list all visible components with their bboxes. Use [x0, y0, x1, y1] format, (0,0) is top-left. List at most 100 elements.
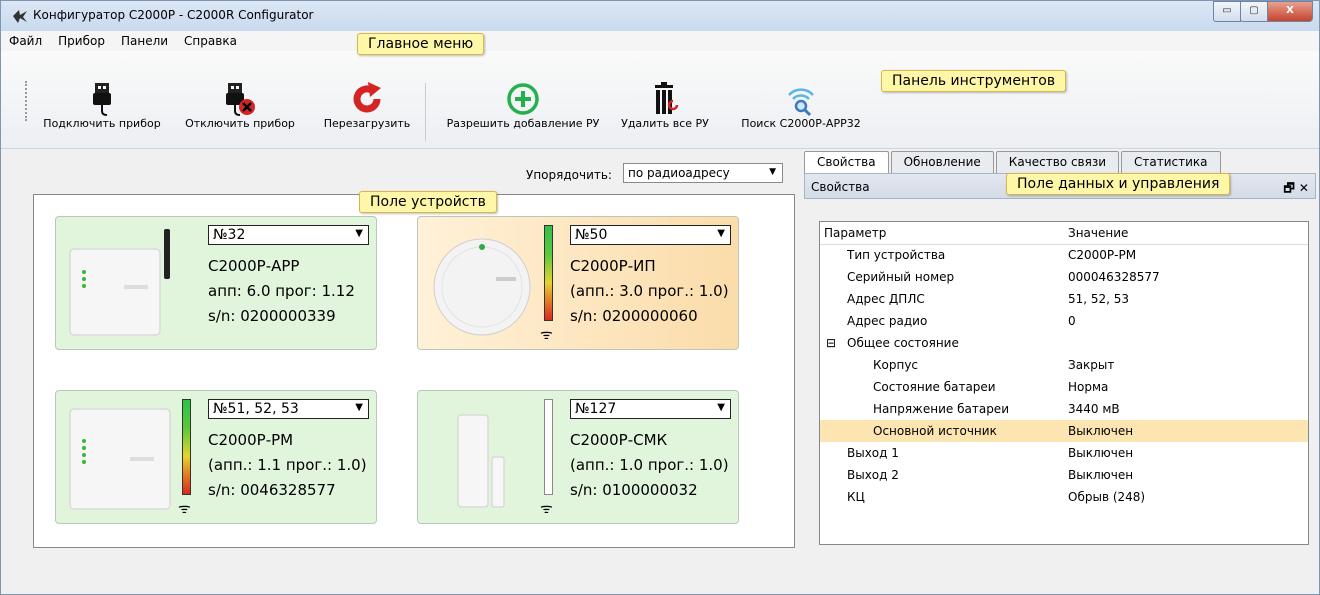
trash-icon — [615, 79, 715, 117]
param-value: 0 — [1068, 314, 1076, 328]
wireless-search-icon — [731, 79, 871, 117]
connect-device-label: Подключить прибор — [43, 117, 161, 130]
close-button[interactable]: X — [1267, 1, 1313, 22]
tab-strip: Свойства Обновление Качество связи Стати… — [804, 151, 1223, 173]
app-logo-icon — [13, 10, 27, 23]
panel-float-close-icon[interactable]: 🗗 ✕ — [1283, 179, 1309, 200]
device-address: №50 — [575, 227, 608, 243]
device-name: С2000Р-РМ — [208, 431, 294, 449]
param-name: Выход 2 — [847, 468, 899, 482]
usb-disconnect-icon — [179, 79, 301, 117]
tab-update[interactable]: Обновление — [890, 151, 994, 173]
param-name: Выход 1 — [847, 446, 899, 460]
param-name: Общее состояние — [847, 336, 959, 350]
grid-header: Параметр Значение — [820, 222, 1308, 245]
device-image-relay-icon — [69, 408, 171, 510]
param-value: Выключен — [1068, 424, 1134, 438]
device-address-select[interactable]: №50 ▼ — [570, 225, 731, 245]
device-version: апп: 6.0 прог: 1.12 — [208, 282, 355, 300]
device-card[interactable]: ᯤ №50 ▼ С2000Р-ИП (апп.: 3.0 прог.: 1.0) … — [417, 216, 739, 350]
menu-panels[interactable]: Панели — [113, 31, 176, 51]
callout-toolbar: Панель инструментов — [881, 70, 1067, 92]
device-image-app-icon — [69, 229, 170, 336]
delete-all-button[interactable]: Удалить все РУ — [615, 79, 715, 130]
device-image-smoke-detector-icon — [433, 238, 531, 336]
menu-device[interactable]: Прибор — [50, 31, 113, 51]
plus-circle-icon — [433, 79, 613, 117]
device-address-select[interactable]: №127 ▼ — [570, 399, 731, 419]
device-serial: s/n: 0200000060 — [570, 307, 698, 325]
device-card[interactable]: ᯤ №51, 52, 53 ▼ С2000Р-РМ (апп.: 1.1 прог… — [55, 390, 377, 524]
window-title: Конфигуратор C2000P - C2000R Configurato… — [33, 8, 314, 22]
column-header-param: Параметр — [824, 226, 887, 240]
reboot-button[interactable]: Перезагрузить — [315, 79, 419, 130]
tab-properties[interactable]: Свойства — [804, 151, 889, 173]
menu-help[interactable]: Справка — [176, 31, 245, 51]
param-value: Обрыв (248) — [1068, 490, 1146, 504]
device-field: №32 ▼ С2000Р-АРР апп: 6.0 прог: 1.12 s/n:… — [33, 194, 795, 548]
table-row[interactable]: Адрес радио 0 — [820, 310, 1308, 332]
param-value: 000046328577 — [1068, 270, 1160, 284]
param-value: С2000Р-РМ — [1068, 248, 1137, 262]
device-address-select[interactable]: №32 ▼ — [208, 225, 369, 245]
device-serial: s/n: 0100000032 — [570, 481, 698, 499]
param-name: Серийный номер — [847, 270, 955, 284]
allow-add-button[interactable]: Разрешить добавление РУ — [433, 79, 613, 130]
device-address: №127 — [575, 401, 617, 417]
toolbar-grip[interactable] — [25, 81, 29, 121]
maximize-button[interactable]: ▢ — [1240, 1, 1268, 22]
disconnect-device-button[interactable]: Отключить прибор — [179, 79, 301, 130]
device-serial: s/n: 0200000339 — [208, 307, 336, 325]
table-row[interactable]: Адрес ДПЛС 51, 52, 53 — [820, 288, 1308, 310]
table-row[interactable]: Состояние батареи Норма — [820, 376, 1308, 398]
device-address-select[interactable]: №51, 52, 53 ▼ — [208, 399, 369, 419]
table-row[interactable]: Выход 2 Выключен — [820, 464, 1308, 486]
param-value: Выключен — [1068, 446, 1134, 460]
table-row[interactable]: Напряжение батареи 3440 мВ — [820, 398, 1308, 420]
minimize-button[interactable]: ▭ — [1213, 1, 1241, 22]
table-row[interactable]: КЦ Обрыв (248) — [820, 486, 1308, 508]
param-name: Корпус — [873, 358, 919, 372]
param-name: КЦ — [847, 490, 865, 504]
title-bar[interactable]: Конфигуратор C2000P - C2000R Configurato… — [1, 1, 1319, 31]
device-name: С2000Р-АРР — [208, 257, 300, 275]
device-version: (апп.: 3.0 прог.: 1.0) — [570, 282, 729, 300]
chevron-down-icon: ▼ — [355, 402, 363, 413]
chevron-down-icon: ▼ — [717, 228, 725, 239]
table-row-selected[interactable]: Основной источник Выключен — [820, 420, 1308, 442]
tab-statistics[interactable]: Статистика — [1121, 151, 1221, 173]
menu-file[interactable]: Файл — [1, 31, 50, 51]
status-bar — [1, 576, 1319, 594]
table-row[interactable]: Тип устройства С2000Р-РМ — [820, 244, 1308, 266]
column-header-value: Значение — [1068, 226, 1129, 240]
reboot-label: Перезагрузить — [323, 117, 411, 130]
tab-link-quality[interactable]: Качество связи — [995, 151, 1120, 173]
table-row[interactable]: Корпус Закрыт — [820, 354, 1308, 376]
device-version: (апп.: 1.1 прог.: 1.0) — [208, 456, 367, 474]
callout-main-menu: Главное меню — [357, 33, 485, 55]
toolbar: Подключить прибор Отключить прибор Перез… — [1, 51, 1319, 149]
device-card[interactable]: ᯤ №127 ▼ С2000Р-СМК (апп.: 1.0 прог.: 1.0… — [417, 390, 739, 524]
param-value: 51, 52, 53 — [1068, 292, 1130, 306]
wifi-icon: ᯤ — [540, 327, 553, 343]
param-name: Адрес радио — [847, 314, 928, 328]
device-image-magnetic-contact-icon — [457, 414, 505, 508]
search-button[interactable]: Поиск С2000Р-АРР32 — [731, 79, 871, 130]
device-card[interactable]: №32 ▼ С2000Р-АРР апп: 6.0 прог: 1.12 s/n:… — [55, 216, 377, 350]
table-row[interactable]: Выход 1 Выключен — [820, 442, 1308, 464]
collapse-icon[interactable]: ⊟ — [826, 336, 836, 350]
table-row-group[interactable]: ⊟ Общее состояние — [820, 332, 1308, 354]
param-value: 3440 мВ — [1068, 402, 1120, 416]
wifi-icon: ᯤ — [178, 501, 191, 517]
table-row[interactable]: Серийный номер 000046328577 — [820, 266, 1308, 288]
sort-label: Упорядочить: — [526, 168, 612, 182]
param-value: Закрыт — [1068, 358, 1115, 372]
usb-plug-icon — [37, 79, 167, 117]
wifi-icon: ᯤ — [540, 501, 553, 517]
connect-device-button[interactable]: Подключить прибор — [37, 79, 167, 130]
param-name: Основной источник — [873, 424, 997, 438]
panel-title: Свойства — [811, 180, 870, 194]
app-window: Конфигуратор C2000P - C2000R Configurato… — [0, 0, 1320, 595]
sort-dropdown[interactable]: по радиоадресу ▼ — [623, 163, 783, 183]
param-value: Норма — [1068, 380, 1109, 394]
